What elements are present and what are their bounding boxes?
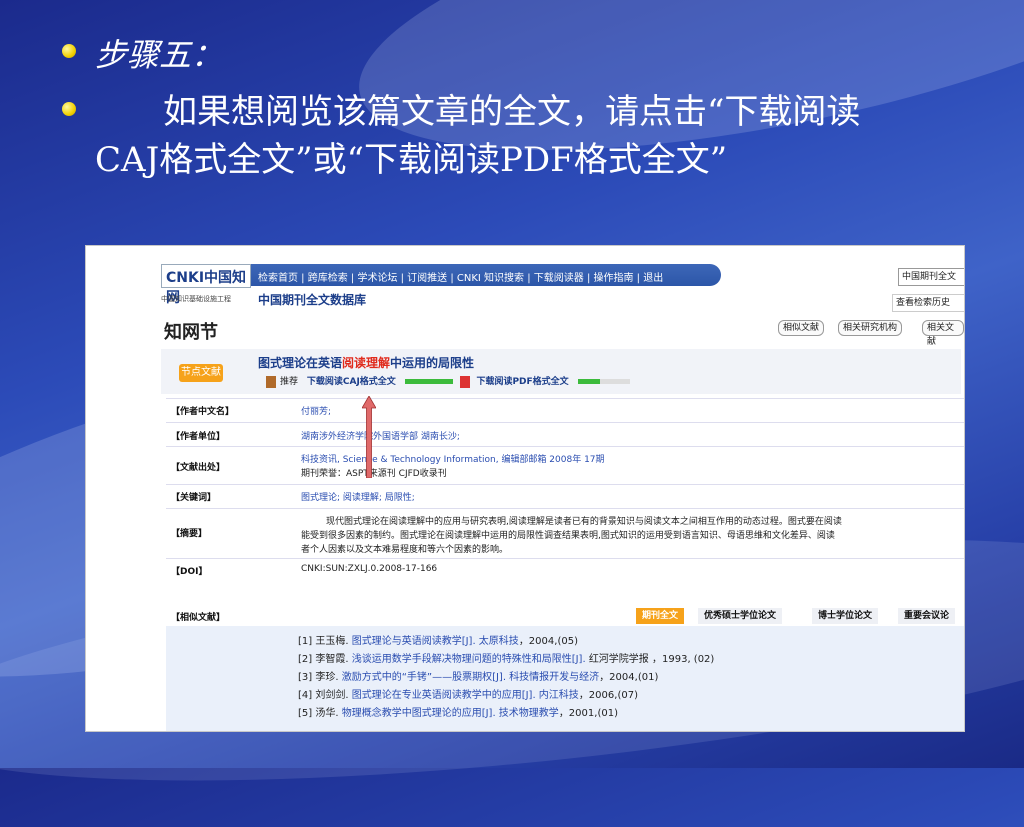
instruction-paragraph: 如果想阅览该篇文章的全文，请点击“下载阅读CAJ格式全文”或“下载阅读PDF格式…	[95, 92, 861, 180]
database-name: 中国期刊全文数据库	[258, 293, 367, 307]
list-link[interactable]: 图式理论在专业英语阅读教学中的应用[J]. 内江科技	[352, 690, 579, 701]
recommend-icon	[266, 375, 276, 388]
list-meta: ，2004,(05)	[518, 636, 578, 647]
history-button[interactable]: 查看检索历史	[892, 294, 964, 312]
doi-label: 【DOI】	[171, 567, 208, 577]
cnki-logo[interactable]: CNKI中国知网	[161, 264, 251, 306]
abstract-line: 现代图式理论在阅读理解中的应用与研究表明,阅读理解是读者已有的背景知识与阅读文本…	[326, 517, 842, 527]
related-institutions-button[interactable]: 相关研究机构	[838, 320, 903, 336]
list-item[interactable]: [2] 李智霞. 浅谈运用数学手段解决物理问题的特殊性和局限性[J]. 红河学院…	[298, 650, 714, 665]
list-meta: ，2006,(07)	[578, 690, 638, 701]
title-highlight: 阅读理解	[342, 356, 391, 370]
divider	[166, 446, 964, 447]
red-arrow-icon	[362, 396, 376, 478]
list-author: [5] 汤华.	[298, 708, 342, 719]
recommend-label: 推荐	[280, 377, 299, 387]
cnki-screenshot: CNKI中国知网 检索首页 | 跨库检索 | 学术论坛 | 订阅推送 | CNK…	[85, 245, 965, 732]
database-select[interactable]: 中国期刊全文	[898, 268, 964, 286]
tab-conference[interactable]: 重要会议论	[898, 608, 956, 624]
download-caj-link[interactable]: 下载阅读CAJ格式全文	[307, 377, 396, 387]
tab-journal[interactable]: 期刊全文	[636, 608, 685, 624]
list-meta: ，2001,(01)	[558, 708, 618, 719]
title-part: 图式理论在英语	[258, 356, 343, 370]
list-item[interactable]: [4] 刘剑剑. 图式理论在专业英语阅读教学中的应用[J]. 内江科技，2006…	[298, 686, 638, 701]
list-item[interactable]: [5] 汤华. 物理概念教学中图式理论的应用[J]. 技术物理教学，2001,(…	[298, 704, 618, 719]
list-item[interactable]: [1] 王玉梅. 图式理论与英语阅读教学[J]. 太原科技，2004,(05)	[298, 632, 578, 647]
divider	[166, 422, 964, 423]
unit-label: 【作者单位】	[171, 432, 226, 442]
node-doc-badge: 节点文献	[179, 364, 223, 382]
abstract-line: 者个人因素以及文本难易程度和等六个因素的影响。	[301, 545, 509, 555]
tab-master[interactable]: 优秀硕士学位论文	[698, 608, 783, 624]
divider	[166, 558, 964, 559]
author-value[interactable]: 付丽芳;	[301, 404, 331, 417]
list-meta: 红河学院学报 ，1993, (02)	[588, 654, 715, 665]
list-item[interactable]: [3] 李珍. 激励方式中的“手铐”——股票期权[J]. 科技情报开发与经济，2…	[298, 668, 658, 683]
similar-label: 【相似文献】	[171, 613, 226, 623]
pdf-icon	[459, 375, 470, 388]
article-title: 图式理论在英语阅读理解中运用的局限性	[258, 354, 474, 371]
source-value[interactable]: 科技资讯, Science & Technology Information, …	[301, 452, 605, 465]
list-author: [2] 李智霞.	[298, 654, 352, 665]
doi-value: CNKI:SUN:ZXLJ.0.2008-17-166	[301, 564, 438, 574]
site-subtitle: 中国知识基础设施工程	[161, 295, 231, 303]
download-pdf-link[interactable]: 下载阅读PDF格式全文	[476, 377, 568, 387]
pdf-bar-rest	[599, 379, 630, 384]
tab-phd[interactable]: 博士学位论文	[812, 608, 879, 624]
download-row: 推荐 下载阅读CAJ格式全文 下载阅读PDF格式全文	[262, 374, 630, 388]
list-link[interactable]: 图式理论与英语阅读教学[J]. 太原科技	[352, 636, 519, 647]
list-author: [4] 刘剑剑.	[298, 690, 352, 701]
list-meta: ，2004,(01)	[599, 672, 659, 683]
keyword-label: 【关键词】	[171, 493, 217, 503]
abstract-line: 能受到很多因素的制约。图式理论在阅读理解中运用的局限性调查结果表明,图式知识的运…	[301, 531, 835, 541]
title-part: 中运用的局限性	[390, 356, 475, 370]
caj-bar	[404, 379, 453, 384]
bullet-icon	[62, 44, 76, 58]
divider	[166, 508, 964, 509]
related-docs-button[interactable]: 相关文献	[922, 320, 964, 347]
similar-docs-button[interactable]: 相似文献	[778, 320, 825, 336]
step-title: 步骤五：	[95, 36, 224, 74]
list-author: [1] 王玉梅.	[298, 636, 352, 647]
author-label: 【作者中文名】	[171, 407, 235, 417]
divider	[166, 398, 964, 399]
source-label: 【文献出处】	[171, 463, 226, 473]
nav-links[interactable]: 检索首页 | 跨库检索 | 学术论坛 | 订阅推送 | CNKI 知识搜索 | …	[258, 269, 663, 284]
bullet-icon	[62, 102, 76, 116]
list-link[interactable]: 浅谈运用数学手段解决物理问题的特殊性和局限性[J].	[352, 654, 589, 665]
zhiwangjie-logo: 知网节	[164, 322, 218, 343]
list-link[interactable]: 物理概念教学中图式理论的应用[J]. 技术物理教学	[342, 708, 559, 719]
unit-value[interactable]: 湖南涉外经济学院外国语学部 湖南长沙;	[301, 429, 460, 442]
list-link[interactable]: 激励方式中的“手铐”——股票期权[J]. 科技情报开发与经济	[342, 672, 599, 683]
abstract-label: 【摘要】	[171, 529, 208, 539]
divider	[166, 484, 964, 485]
list-author: [3] 李珍.	[298, 672, 342, 683]
pdf-bar	[577, 379, 600, 384]
keyword-value[interactable]: 图式理论; 阅读理解; 局限性;	[301, 490, 415, 503]
